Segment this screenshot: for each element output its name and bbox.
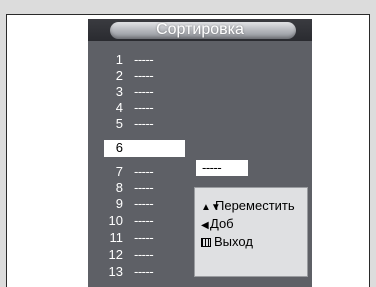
channel-number: 3 (115, 84, 123, 99)
left-arrow-icon: ◀ (201, 220, 209, 231)
channel-number: 13 (108, 264, 123, 279)
channel-number: 7 (115, 164, 123, 179)
title-bar: Сортировка (88, 19, 312, 41)
channel-number: 2 (115, 68, 123, 83)
channel-name: ----- (134, 264, 154, 279)
channel-name: ----- (134, 84, 154, 99)
channel-number: 10 (108, 213, 123, 228)
channel-name: ----- (134, 247, 154, 262)
channel-name: ----- (134, 100, 154, 115)
channel-row-5[interactable]: 5 ----- (88, 116, 312, 132)
help-exit: Выход (201, 234, 253, 250)
channel-number: 8 (115, 180, 123, 195)
help-exit-label: Выход (214, 234, 253, 249)
channel-row-3[interactable]: 3 ----- (88, 84, 312, 100)
help-box: ▲▼Переместить ◀Доб Выход (194, 187, 308, 277)
channel-name: ----- (134, 116, 154, 131)
channel-number: 11 (109, 230, 124, 245)
sort-menu-panel: Сортировка 1 ----- 2 ----- 3 ----- 4 ---… (88, 19, 312, 287)
channel-number: 9 (115, 196, 123, 211)
help-add: ◀Доб (201, 216, 234, 234)
help-add-label: Доб (210, 216, 234, 231)
channel-number: 12 (108, 247, 123, 262)
channel-number: 4 (115, 100, 123, 115)
channel-number: 1 (115, 52, 123, 67)
channel-name: ----- (134, 164, 154, 179)
menu-title: Сортировка (156, 21, 244, 38)
channel-row-1[interactable]: 1 ----- (88, 52, 312, 68)
moving-item-box: ----- (196, 160, 248, 176)
help-move: ▲▼Переместить (201, 198, 295, 216)
channel-name: ----- (134, 68, 154, 83)
channel-row-6-selected[interactable]: 6 (88, 140, 312, 157)
channel-row-2[interactable]: 2 ----- (88, 68, 312, 84)
channel-name: ----- (134, 52, 154, 67)
up-down-arrows-icon: ▲▼ (201, 202, 221, 213)
channel-name: ----- (134, 213, 154, 228)
help-move-label: Переместить (215, 198, 295, 213)
channel-name: ----- (134, 230, 154, 245)
channel-name: ----- (134, 196, 154, 211)
channel-number: 5 (115, 116, 123, 131)
channel-row-4[interactable]: 4 ----- (88, 100, 312, 116)
channel-name: ----- (134, 180, 154, 195)
menu-icon (201, 238, 211, 247)
channel-number: 6 (115, 140, 123, 155)
moving-item-value: ----- (202, 160, 222, 175)
